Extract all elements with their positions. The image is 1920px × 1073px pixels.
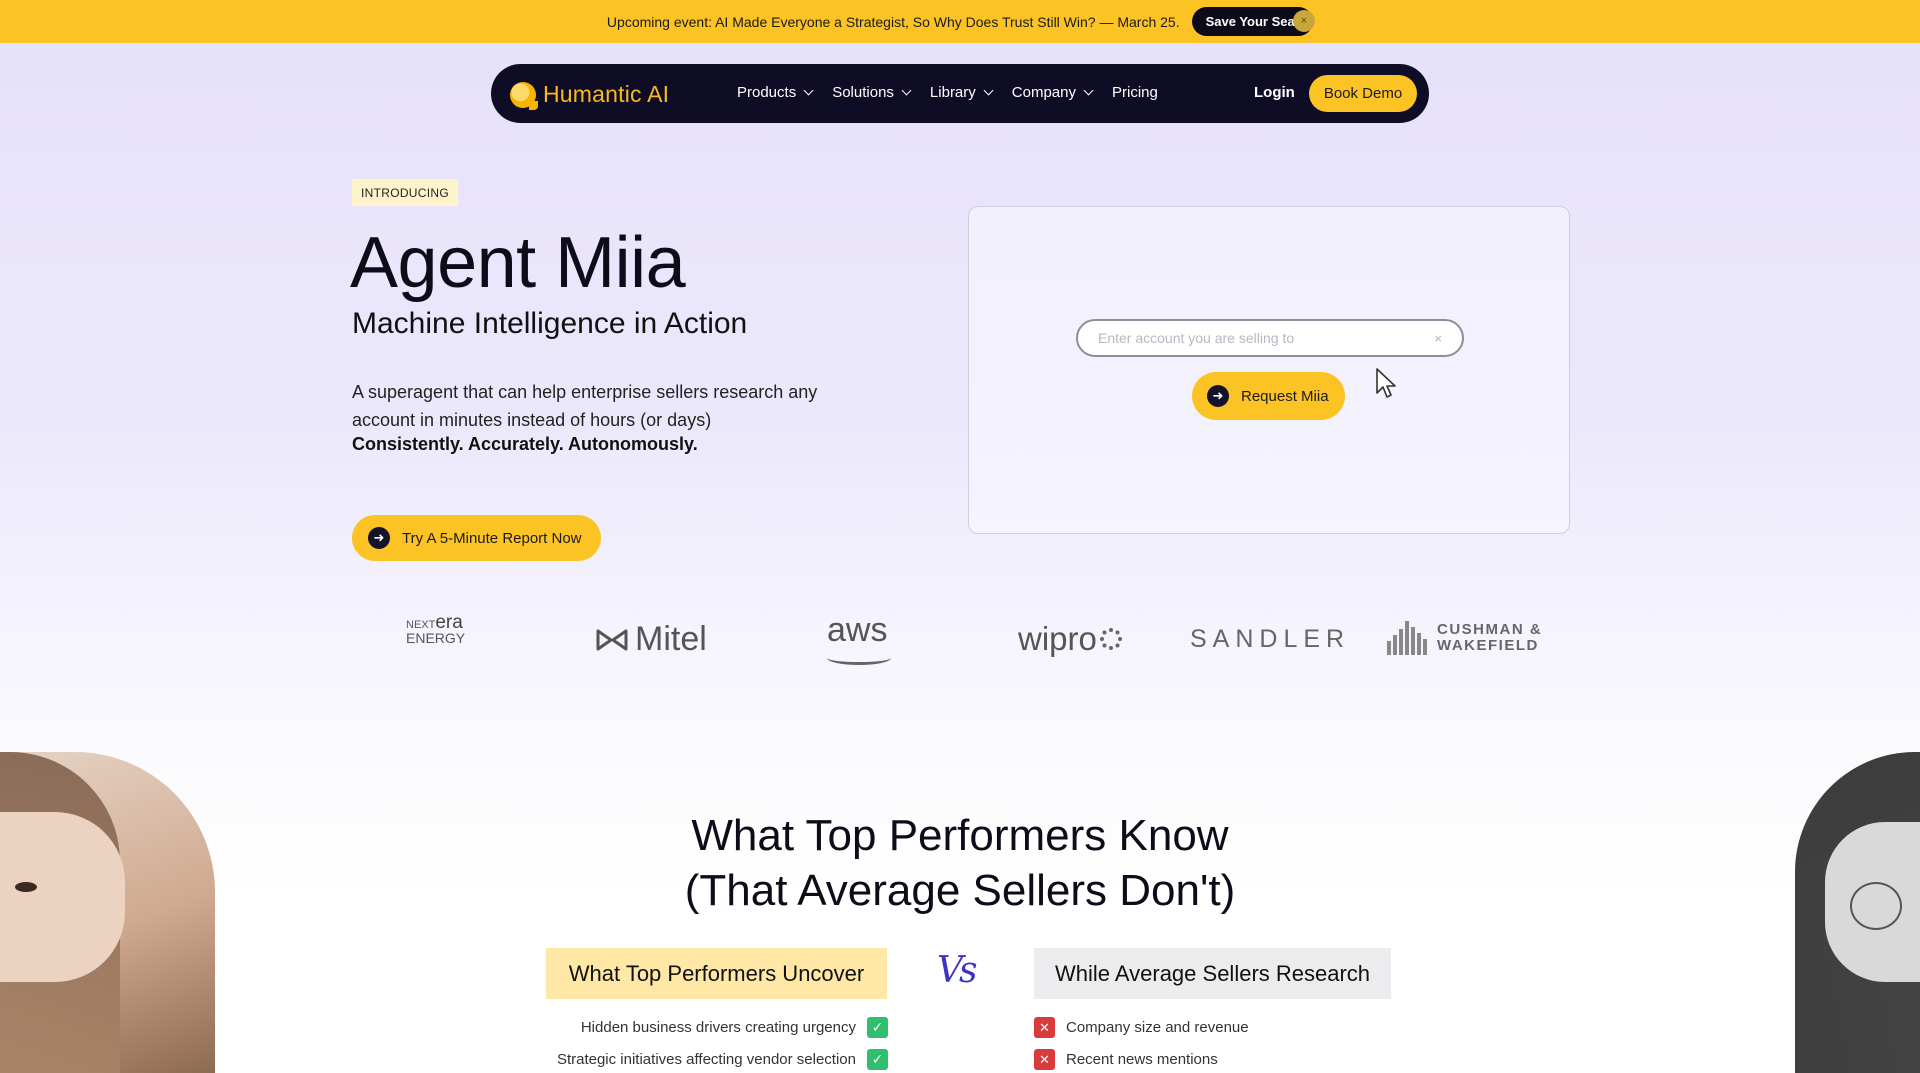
- cta-label: Try A 5-Minute Report Now: [402, 529, 582, 547]
- brand-name: Humantic AI: [543, 81, 670, 107]
- announcement-text: Upcoming event: AI Made Everyone a Strat…: [606, 13, 1180, 30]
- portrait-woman-left: [0, 752, 215, 1073]
- section-title: What Top Performers Know (That Average S…: [684, 811, 1236, 915]
- top-performers-heading: What Top Performers Uncover: [546, 948, 887, 999]
- nav-item-pricing[interactable]: Pricing: [1112, 84, 1158, 101]
- vs-label: Vs: [937, 950, 978, 991]
- list-item: Strategic initiatives affecting vendor s…: [557, 1049, 888, 1070]
- list-item: ✕ Recent news mentions: [1034, 1049, 1218, 1070]
- close-icon[interactable]: ×: [1293, 10, 1315, 32]
- login-link[interactable]: Login: [1254, 84, 1295, 101]
- cushman-wakefield-logo: CUSHMAN & WAKEFIELD: [1387, 621, 1542, 655]
- brand-logo[interactable]: Humantic AI: [510, 81, 670, 110]
- list-item: Hidden business drivers creating urgency…: [581, 1017, 888, 1038]
- arrow-right-circle-icon: ➜: [368, 527, 390, 549]
- hero-emphasis: Consistently. Accurately. Autonomously.: [352, 434, 698, 454]
- page-subtitle: Machine Intelligence in Action: [352, 307, 748, 340]
- mouse-cursor-icon: [1376, 368, 1396, 398]
- nav-item-label: Company: [1011, 84, 1076, 101]
- customer-logos: NEXTera ENERGY Mitel aws wipro SANDLER C…: [350, 605, 1570, 675]
- check-box-icon: ✓: [867, 1049, 888, 1070]
- nav-menu: Products Solutions Library Company Prici…: [737, 84, 1178, 101]
- page-title: Agent Miia: [350, 223, 686, 303]
- account-input[interactable]: [1098, 330, 1435, 346]
- portrait-woman-right: [1795, 752, 1920, 1073]
- nav-item-solutions[interactable]: Solutions: [832, 84, 912, 101]
- mitel-logo: Mitel: [595, 620, 707, 659]
- nav-item-label: Pricing: [1111, 84, 1158, 101]
- request-miia-button[interactable]: ➜ Request Miia: [1192, 372, 1345, 420]
- sandler-logo: SANDLER: [1190, 625, 1351, 653]
- account-search-box: ×: [1076, 319, 1464, 357]
- chevron-down-icon: [901, 85, 912, 96]
- request-miia-label: Request Miia: [1241, 387, 1329, 405]
- wipro-logo: wipro: [1018, 620, 1122, 658]
- nav-item-label: Library: [929, 84, 976, 101]
- nextera-energy-logo: NEXTera ENERGY: [406, 612, 466, 646]
- average-sellers-heading: While Average Sellers Research: [1034, 948, 1391, 999]
- wipro-dots-icon: [1099, 628, 1122, 650]
- try-report-button[interactable]: ➜ Try A 5-Minute Report Now: [352, 515, 601, 561]
- nav-item-label: Solutions: [832, 84, 894, 101]
- chevron-down-icon: [803, 85, 814, 96]
- chevron-down-icon: [1083, 85, 1094, 96]
- introducing-badge: INTRODUCING: [352, 179, 458, 206]
- demo-card: × ➜ Request Miia: [968, 206, 1570, 534]
- nav-item-library[interactable]: Library: [929, 84, 994, 101]
- mitel-mark-icon: [596, 629, 628, 650]
- nav-item-label: Products: [737, 84, 797, 101]
- book-demo-button[interactable]: Book Demo: [1309, 75, 1417, 112]
- cushman-bars-icon: [1387, 621, 1429, 655]
- aws-smile-icon: [827, 651, 891, 665]
- nav-item-company[interactable]: Company: [1011, 84, 1094, 101]
- aws-logo: aws: [827, 611, 888, 649]
- announcement-bar: Upcoming event: AI Made Everyone a Strat…: [0, 0, 1920, 43]
- check-box-icon: ✓: [867, 1017, 888, 1038]
- clear-icon[interactable]: ×: [1434, 331, 1442, 346]
- nav-item-products[interactable]: Products: [737, 84, 814, 101]
- x-box-icon: ✕: [1034, 1017, 1055, 1038]
- arrow-right-circle-icon: ➜: [1207, 385, 1229, 407]
- x-box-icon: ✕: [1034, 1049, 1055, 1070]
- chevron-down-icon: [983, 85, 994, 96]
- hero-description: A superagent that can help enterprise se…: [352, 382, 818, 430]
- humantic-logo-icon: [510, 81, 538, 110]
- list-item: ✕ Company size and revenue: [1034, 1017, 1249, 1038]
- main-nav: Humantic AI Products Solutions Library C…: [491, 64, 1429, 123]
